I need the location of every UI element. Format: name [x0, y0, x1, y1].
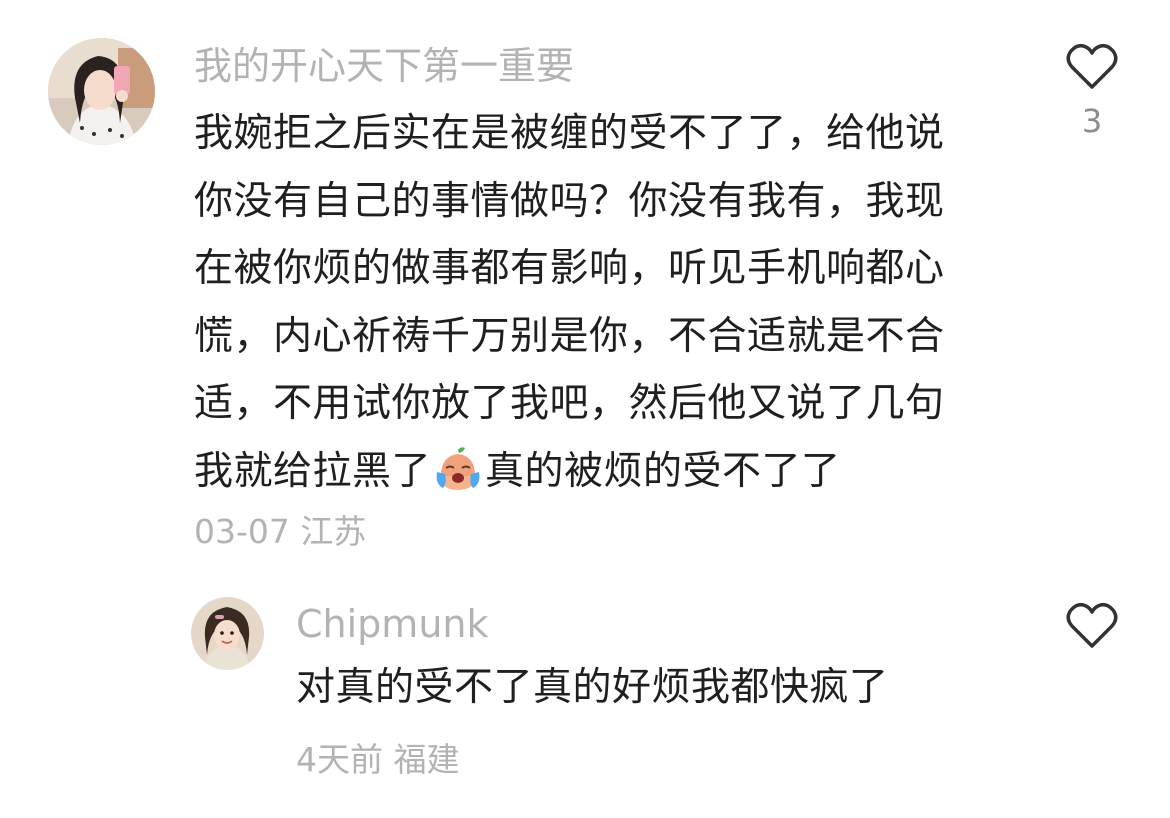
- like-count: 3: [1081, 102, 1103, 140]
- comment-date: 03-07: [194, 512, 290, 551]
- heart-outline-icon[interactable]: [1062, 602, 1122, 650]
- reply-username[interactable]: Chipmunk: [296, 598, 489, 650]
- avatar[interactable]: [191, 597, 264, 670]
- like-button[interactable]: 3: [1062, 43, 1122, 141]
- comment-line: 适，不用试你放了我吧，然后他又说了几句: [194, 381, 945, 426]
- comment-username[interactable]: 我的开心天下第一重要: [194, 40, 574, 92]
- comment-text-segment: 真的被烦的受不了了: [485, 448, 841, 494]
- avatar[interactable]: [48, 38, 155, 145]
- comment-meta: 03-07 江苏: [194, 508, 366, 556]
- comment-location: 江苏: [300, 512, 367, 551]
- comment-item[interactable]: 我的开心天下第一重要 我婉拒之后实在是被缠的受不了了，给他说 你没有自己的事情做…: [0, 0, 1170, 580]
- comment-line-last: 我就给拉黑了 真的被烦的受不了了: [194, 438, 1024, 506]
- comment-line: 你没有自己的事情做吗？你没有我有，我现: [194, 178, 945, 224]
- like-button[interactable]: [1062, 602, 1122, 650]
- comment-line: 我婉拒之后实在是被缠的受不了了，给他说: [194, 111, 945, 156]
- comment-body: 我婉拒之后实在是被缠的受不了了，给他说 你没有自己的事情做吗？你没有我有，我现 …: [194, 100, 1024, 505]
- reply-meta: 4天前 福建: [296, 736, 460, 784]
- reply-item[interactable]: Chipmunk 对真的受不了真的好烦我都快疯了 4天前 福建: [0, 580, 1170, 818]
- reply-date: 4天前: [296, 740, 383, 779]
- reply-body: 对真的受不了真的好烦我都快疯了: [296, 665, 889, 710]
- reply-location: 福建: [393, 740, 460, 779]
- comment-line: 在被你烦的做事都有影响，听见手机响都心: [194, 246, 945, 291]
- heart-outline-icon[interactable]: [1062, 43, 1122, 91]
- comment-line: 慌，内心祈祷千万别是你，不合适就是不合: [194, 313, 945, 359]
- comment-text-segment: 我就给拉黑了: [194, 448, 432, 494]
- crying-face-emoji: [433, 446, 483, 492]
